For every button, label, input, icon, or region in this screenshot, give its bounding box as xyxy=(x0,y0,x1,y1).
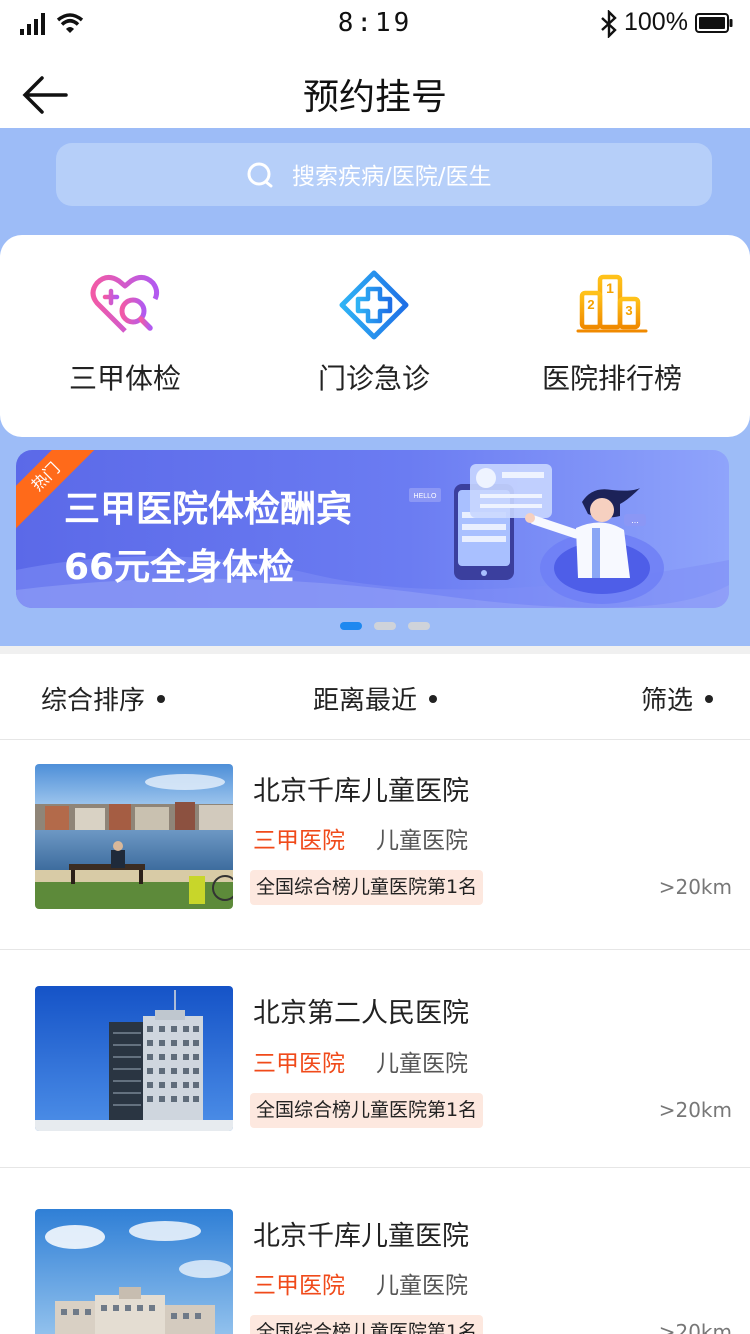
quick-action-label: 门诊急诊 xyxy=(317,362,430,395)
promo-banner[interactable]: 热门 三甲医院体检酬宾 66元全身体检 HELLO ... xyxy=(16,450,729,608)
banner-subheadline: 66元全身体检 xyxy=(64,547,295,588)
hospital-name: 北京第二人民医院 xyxy=(253,998,469,1029)
more-filter[interactable]: 筛选 xyxy=(641,680,714,717)
carousel-dot-active[interactable] xyxy=(340,622,362,630)
section-divider xyxy=(0,646,750,654)
quick-action-ranking[interactable]: 1 2 3 医院排行榜 xyxy=(487,235,737,437)
status-bar: 8:19 100% xyxy=(0,0,750,48)
sort-filter[interactable]: 综合排序 xyxy=(41,680,166,717)
svg-text:...: ... xyxy=(631,515,639,525)
hospital-level: 三甲医院 xyxy=(253,828,345,854)
hospital-type: 儿童医院 xyxy=(376,828,468,854)
carousel-dot[interactable] xyxy=(408,622,430,630)
carousel-indicator xyxy=(340,622,430,630)
sort-filter-label: 综合排序 xyxy=(41,686,146,716)
doctor-phone-illustration: HELLO ... xyxy=(409,464,664,604)
dropdown-dot-icon xyxy=(429,694,438,703)
distance-filter[interactable]: 距离最近 xyxy=(313,680,438,717)
bluetooth-icon xyxy=(601,10,617,38)
quick-action-checkup[interactable]: 三甲体检 xyxy=(0,235,250,437)
campus-building-photo xyxy=(35,1209,233,1334)
distance-label: >20km xyxy=(658,1098,732,1122)
svg-text:1: 1 xyxy=(606,280,614,296)
dropdown-dot-icon xyxy=(705,694,714,703)
podium-icon: 1 2 3 xyxy=(576,274,648,333)
svg-text:HELLO: HELLO xyxy=(414,493,438,500)
ranking-badge: 全国综合榜儿童医院第1名 xyxy=(250,1093,484,1128)
distance-filter-label: 距离最近 xyxy=(313,686,418,716)
hospital-list-item[interactable]: 北京千库儿童医院 三甲医院 儿童医院 全国综合榜儿童医院第1名 >20km xyxy=(0,741,750,950)
quick-actions-card: 三甲体检 门诊急诊 1 2 3 医院排行榜 xyxy=(0,235,750,437)
carousel-dot[interactable] xyxy=(374,622,396,630)
quick-action-label: 医院排行榜 xyxy=(541,362,682,395)
banner-headline: 三甲医院体检酬宾 xyxy=(64,489,353,530)
battery-percentage: 100% xyxy=(624,8,688,36)
hospital-name: 北京千库儿童医院 xyxy=(253,1221,469,1252)
quick-action-label: 三甲体检 xyxy=(68,362,181,395)
hospital-list-item[interactable]: 北京千库儿童医院 三甲医院 儿童医院 全国综合榜儿童医院第1名 >20km xyxy=(0,1168,750,1334)
hospital-level: 三甲医院 xyxy=(253,1051,345,1077)
svg-text:3: 3 xyxy=(625,303,632,318)
page-title: 预约挂号 xyxy=(302,77,447,118)
medical-cross-icon xyxy=(339,270,409,340)
filter-bar: 综合排序 距离最近 筛选 xyxy=(0,654,750,740)
heart-search-icon xyxy=(90,275,160,333)
tower-building-photo xyxy=(35,986,233,1131)
search-placeholder: 搜索疾病/医院/医生 xyxy=(292,164,492,190)
lakeside-photo xyxy=(35,764,233,909)
hospital-type: 儿童医院 xyxy=(376,1051,468,1077)
distance-label: >20km xyxy=(658,1320,732,1334)
ranking-badge: 全国综合榜儿童医院第1名 xyxy=(250,1315,484,1334)
hospital-type: 儿童医院 xyxy=(376,1273,468,1299)
search-input[interactable]: 搜索疾病/医院/医生 xyxy=(56,143,712,206)
battery-icon xyxy=(695,13,733,33)
svg-text:2: 2 xyxy=(587,297,594,312)
more-filter-label: 筛选 xyxy=(641,686,694,716)
hospital-level: 三甲医院 xyxy=(253,1273,345,1299)
hero-section: 搜索疾病/医院/医生 三甲体检 门诊急诊 1 2 3 医院排行榜 热门 三甲医院… xyxy=(0,128,750,646)
hospital-list-item[interactable]: 北京第二人民医院 三甲医院 儿童医院 全国综合榜儿童医院第1名 >20km xyxy=(0,950,750,1168)
quick-action-outpatient[interactable]: 门诊急诊 xyxy=(249,235,499,437)
ranking-badge: 全国综合榜儿童医院第1名 xyxy=(250,870,484,905)
distance-label: >20km xyxy=(658,875,732,899)
hospital-name: 北京千库儿童医院 xyxy=(253,776,469,807)
search-icon xyxy=(247,162,273,188)
dropdown-dot-icon xyxy=(157,694,166,703)
nav-bar: 预约挂号 xyxy=(0,48,750,128)
